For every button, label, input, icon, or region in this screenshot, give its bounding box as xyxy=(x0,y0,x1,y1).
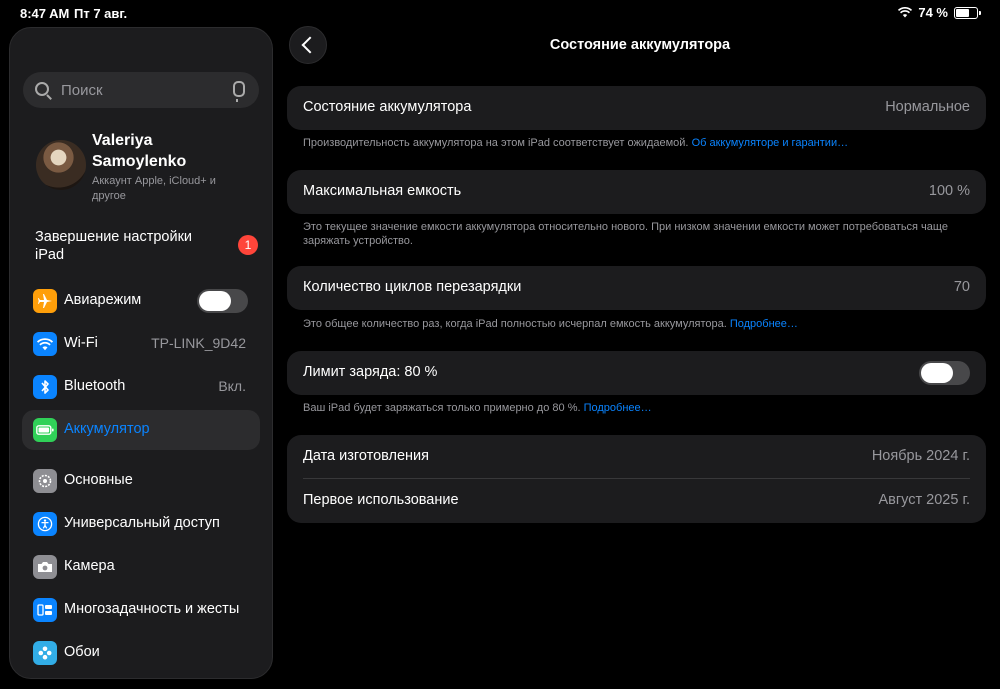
dates-card: Дата изготовления Ноябрь 2024 г. Первое … xyxy=(287,435,986,523)
status-time: 8:47 AM xyxy=(20,6,70,21)
charge-limit-toggle[interactable] xyxy=(919,361,970,385)
wallpaper-icon xyxy=(33,641,57,665)
cycle-count-footer-text: Это общее количество раз, когда iPad пол… xyxy=(303,318,727,330)
gear-icon xyxy=(33,469,57,493)
battery-health-footer-text: Производительность аккумулятора на этом … xyxy=(303,137,689,149)
charge-limit-footer: Ваш iPad будет заряжаться только примерн… xyxy=(303,401,973,415)
sidebar-item-label: Bluetooth xyxy=(64,378,126,394)
manufacture-date-label: Дата изготовления xyxy=(303,448,429,464)
finish-setup-item[interactable]: Завершение настройки iPad 1 xyxy=(35,228,260,268)
battery-health-row: Состояние аккумулятора Нормальное xyxy=(287,86,986,130)
search-bar[interactable] xyxy=(23,72,259,108)
bluetooth-icon xyxy=(33,375,57,399)
bluetooth-status: Вкл. xyxy=(218,378,246,394)
sidebar-item-label: Многозадачность и жесты xyxy=(64,601,240,617)
sidebar-item-camera[interactable]: Камера xyxy=(22,547,260,587)
battery-health-card: Состояние аккумулятора Нормальное xyxy=(287,86,986,130)
sidebar-item-label: Обои xyxy=(64,644,100,660)
profile-subtitle: Аккаунт Apple, iCloud+ и другое xyxy=(92,175,216,202)
airplane-mode-toggle[interactable] xyxy=(197,289,248,313)
battery-health-label: Состояние аккумулятора xyxy=(303,99,472,115)
charge-limit-more-link[interactable]: Подробнее… xyxy=(584,402,652,414)
battery-health-footer: Производительность аккумулятора на этом … xyxy=(303,136,973,150)
cycle-count-value: 70 xyxy=(953,279,970,295)
sidebar-item-airplane-mode[interactable]: Авиарежим xyxy=(22,281,260,321)
profile-name: Valeriya Samoylenko xyxy=(92,132,187,170)
sidebar: Valeriya Samoylenko Аккаунт Apple, iClou… xyxy=(9,27,273,679)
sidebar-item-wifi[interactable]: Wi-Fi TP-LINK_9D42 xyxy=(22,324,260,364)
battery-percent: 74 % xyxy=(918,5,948,20)
battery-icon xyxy=(33,418,57,442)
battery-status-icon xyxy=(954,6,981,19)
manufacture-date-row: Дата изготовления Ноябрь 2024 г. xyxy=(287,435,986,479)
camera-icon xyxy=(33,555,57,579)
page-title: Состояние аккумулятора xyxy=(549,37,731,53)
charge-limit-card: Лимит заряда: 80 % xyxy=(287,351,986,395)
search-icon xyxy=(35,82,49,96)
accessibility-icon xyxy=(33,512,57,536)
battery-warranty-link[interactable]: Об аккумуляторе и гарантии… xyxy=(692,137,849,149)
sidebar-item-wallpaper[interactable]: Обои xyxy=(22,633,260,673)
airplane-icon xyxy=(33,289,57,313)
max-capacity-label: Максимальная емкость xyxy=(303,183,462,199)
finish-setup-label: Завершение настройки iPad xyxy=(35,229,193,263)
charge-limit-label: Лимит заряда: 80 % xyxy=(303,364,438,380)
sidebar-item-bluetooth[interactable]: Bluetooth Вкл. xyxy=(22,367,260,407)
charge-limit-footer-text: Ваш iPad будет заряжаться только примерн… xyxy=(303,402,581,414)
sidebar-item-general[interactable]: Основные xyxy=(22,461,260,501)
notification-badge: 1 xyxy=(238,235,258,255)
max-capacity-value: 100 % xyxy=(928,183,970,199)
sidebar-item-label: Авиарежим xyxy=(64,292,142,308)
status-date: Пт 7 авг. xyxy=(74,6,128,21)
status-indicators: 74 % xyxy=(898,5,981,20)
microphone-icon[interactable] xyxy=(233,81,245,102)
search-input[interactable] xyxy=(61,72,221,108)
profile-row[interactable]: Valeriya Samoylenko Аккаунт Apple, iClou… xyxy=(34,128,264,208)
manufacture-date-value: Ноябрь 2024 г. xyxy=(871,448,970,464)
wifi-status-icon xyxy=(898,7,913,18)
sidebar-item-label: Универсальный доступ xyxy=(64,515,220,531)
cycle-count-footer: Это общее количество раз, когда iPad пол… xyxy=(303,317,973,331)
charge-limit-row: Лимит заряда: 80 % xyxy=(287,351,986,395)
first-use-row: Первое использование Август 2025 г. xyxy=(287,479,986,523)
sidebar-item-label: Wi-Fi xyxy=(64,335,98,351)
first-use-label: Первое использование xyxy=(303,492,459,508)
wifi-icon xyxy=(33,332,57,356)
cycle-count-row: Количество циклов перезарядки 70 xyxy=(287,266,986,310)
max-capacity-card: Максимальная емкость 100 % xyxy=(287,170,986,214)
max-capacity-row: Максимальная емкость 100 % xyxy=(287,170,986,214)
cycle-count-label: Количество циклов перезарядки xyxy=(303,279,522,295)
sidebar-item-label: Основные xyxy=(64,472,133,488)
wifi-network-name: TP-LINK_9D42 xyxy=(151,335,246,351)
sidebar-item-multitasking[interactable]: Многозадачность и жесты xyxy=(22,590,260,630)
sidebar-item-battery[interactable]: Аккумулятор xyxy=(22,410,260,450)
battery-health-value: Нормальное xyxy=(885,99,970,115)
sidebar-item-accessibility[interactable]: Универсальный доступ xyxy=(22,504,260,544)
multitasking-icon xyxy=(33,598,57,622)
cycle-count-card: Количество циклов перезарядки 70 xyxy=(287,266,986,310)
first-use-value: Август 2025 г. xyxy=(878,492,970,508)
max-capacity-footer: Это текущее значение емкости аккумулятор… xyxy=(303,221,948,247)
sidebar-item-label: Камера xyxy=(64,558,115,574)
sidebar-item-label: Аккумулятор xyxy=(64,421,150,437)
avatar xyxy=(36,140,86,190)
cycle-more-link[interactable]: Подробнее… xyxy=(730,318,798,330)
